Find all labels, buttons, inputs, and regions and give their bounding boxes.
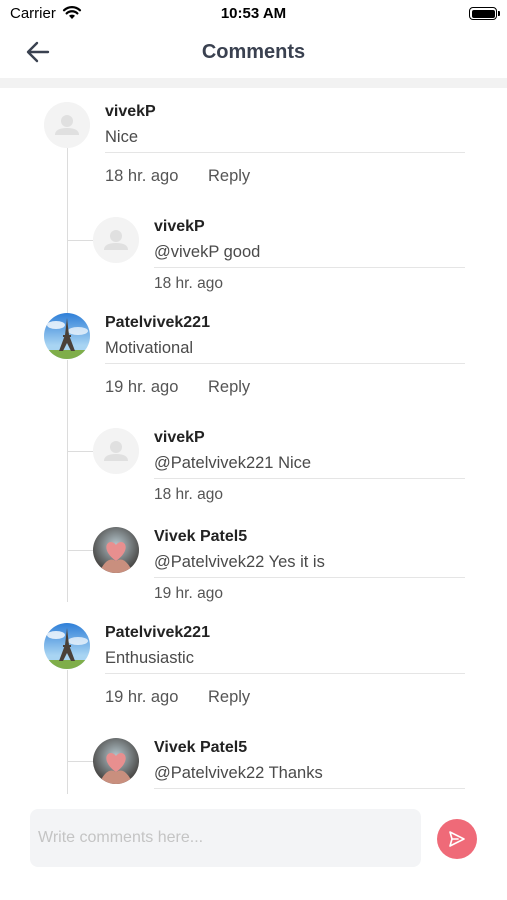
thread-line	[67, 148, 68, 318]
reply-text: @Patelvivek22 Thanks	[154, 764, 323, 782]
reply-divider	[154, 788, 465, 789]
comment-username[interactable]: vivekP	[105, 103, 156, 121]
placeholder-avatar[interactable]	[44, 102, 90, 148]
reply-username[interactable]: vivekP	[154, 429, 205, 447]
eiffel-tower-avatar[interactable]	[44, 313, 90, 359]
reply-time: 18 hr. ago	[154, 275, 223, 292]
reply-time: 19 hr. ago	[154, 585, 223, 602]
reply-text: @Patelvivek221 Nice	[154, 454, 312, 472]
reply-text: @Patelvivek22 Yes it is	[154, 553, 325, 571]
heart-photo-avatar[interactable]	[93, 738, 139, 784]
back-button[interactable]	[24, 38, 56, 66]
comment-input-container	[30, 809, 421, 867]
comment-text: Enthusiastic	[105, 649, 194, 667]
page-title: Comments	[201, 41, 306, 63]
reply-time: 18 hr. ago	[154, 486, 223, 503]
comment-text: Motivational	[105, 339, 194, 357]
arrow-left-icon	[26, 41, 50, 63]
comment-time: 18 hr. ago	[105, 167, 179, 185]
reply-username[interactable]: Vivek Patel5	[154, 528, 247, 546]
reply-divider	[154, 478, 465, 479]
comment-divider	[105, 673, 465, 674]
thread-branch	[67, 451, 93, 452]
comment-text: Nice	[105, 128, 139, 146]
thread-branch	[67, 240, 93, 241]
reply-button[interactable]: Reply	[208, 167, 250, 186]
thread-branch	[67, 550, 93, 551]
comment-divider	[105, 152, 465, 153]
reply-username[interactable]: vivekP	[154, 218, 205, 236]
header-divider	[0, 78, 507, 88]
comment-username[interactable]: Patelvivek221	[105, 314, 210, 332]
reply-text: @vivekP good	[154, 243, 261, 261]
reply-divider	[154, 577, 465, 578]
send-button[interactable]	[437, 819, 477, 859]
send-icon	[449, 831, 465, 847]
eiffel-tower-avatar[interactable]	[44, 623, 90, 669]
comment-input[interactable]	[30, 809, 421, 867]
placeholder-avatar[interactable]	[93, 428, 139, 474]
thread-branch	[67, 761, 93, 762]
nav-header: Comments	[0, 28, 507, 78]
status-time: 10:53 AM	[220, 5, 287, 22]
placeholder-avatar[interactable]	[93, 217, 139, 263]
heart-photo-avatar[interactable]	[93, 527, 139, 573]
reply-username[interactable]: Vivek Patel5	[154, 739, 247, 757]
reply-divider	[154, 267, 465, 268]
status-bar: Carrier 10:53 AM	[0, 0, 507, 28]
battery-icon	[469, 7, 500, 20]
comment-divider	[105, 363, 465, 364]
reply-button[interactable]: Reply	[208, 378, 250, 397]
thread-line	[67, 360, 68, 602]
comments-list[interactable]: vivekP Nice 18 hr. ago Reply vivekP @viv…	[0, 88, 507, 794]
comment-username[interactable]: Patelvivek221	[105, 624, 210, 642]
reply-button[interactable]: Reply	[208, 688, 250, 707]
thread-line	[67, 670, 68, 794]
comment-time: 19 hr. ago	[105, 378, 179, 396]
comment-time: 19 hr. ago	[105, 688, 179, 706]
